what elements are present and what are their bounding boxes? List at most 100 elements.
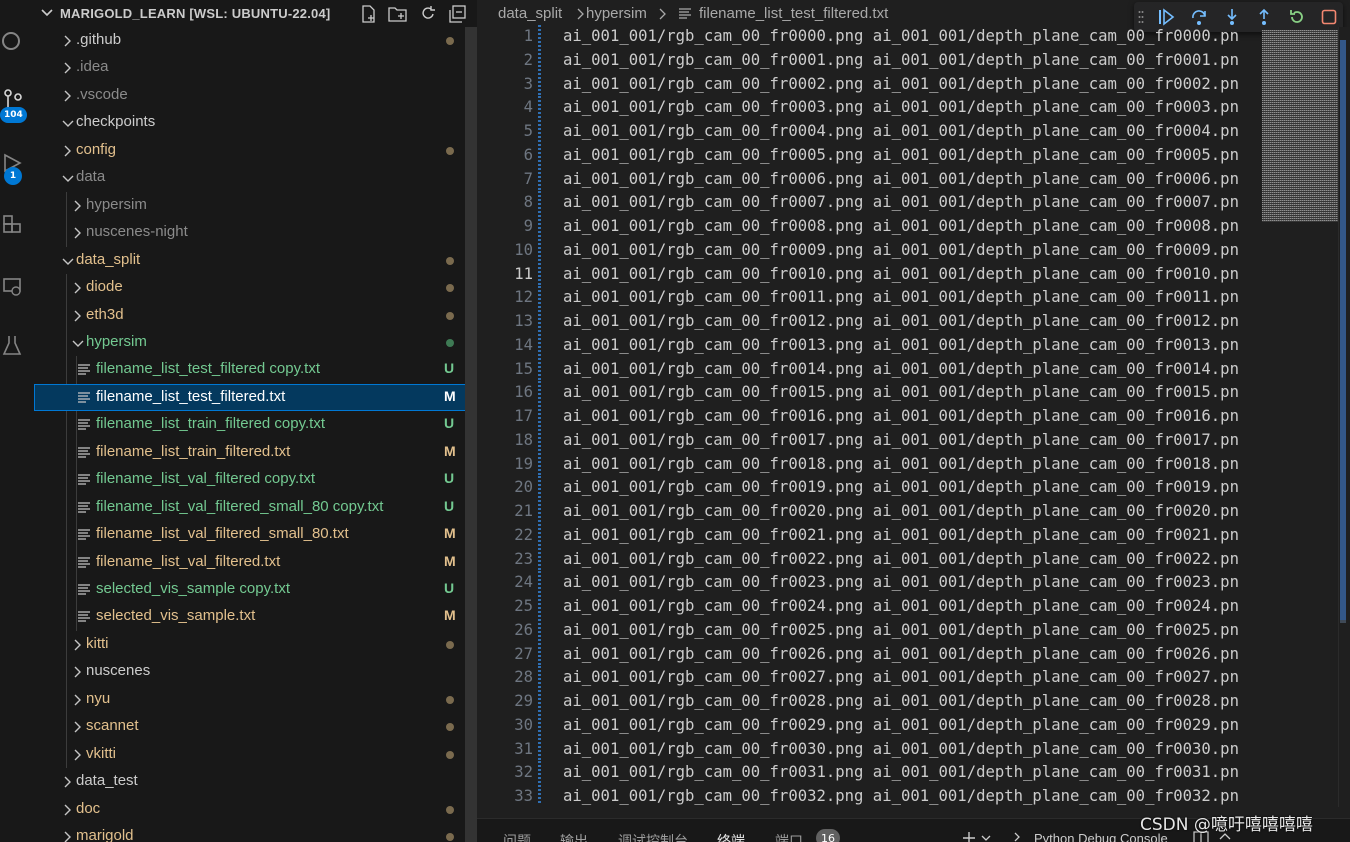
drag-handle-icon[interactable] [1136,7,1146,27]
stop-icon[interactable] [1319,7,1339,27]
code-line[interactable]: ai_001_001/rgb_cam_00_fr0001.png ai_001_… [563,51,1239,69]
gutter-change-marker[interactable] [538,310,541,334]
file-tree-item[interactable]: filename_list_train_filtered copy.txt U [34,411,477,439]
gutter-change-marker[interactable] [538,405,541,429]
code-line[interactable]: ai_001_001/rgb_cam_00_fr0027.png ai_001_… [563,668,1239,686]
search-icon[interactable] [0,26,26,56]
gutter-change-marker[interactable] [538,713,541,738]
code-line[interactable]: ai_001_001/rgb_cam_00_fr0031.png ai_001_… [563,763,1239,781]
gutter-change-marker[interactable] [538,215,541,239]
file-tree-item[interactable]: selected_vis_sample.txt M [34,603,477,631]
folder-tree-item[interactable]: checkpoints [34,109,477,137]
chevron-right-icon[interactable] [62,62,74,74]
code-line[interactable]: ai_001_001/rgb_cam_00_fr0019.png ai_001_… [563,478,1239,496]
add-icon[interactable] [962,831,976,842]
minimap-viewport[interactable] [1262,30,1338,222]
chevron-right-icon[interactable] [62,776,74,788]
folder-tree-item[interactable]: nuscenes-night [34,219,477,247]
code-line[interactable]: ai_001_001/rgb_cam_00_fr0026.png ai_001_… [563,645,1239,663]
tab-ports[interactable]: 端口 [775,831,803,842]
step-out-icon[interactable] [1254,7,1274,27]
file-tree-item[interactable]: filename_list_train_filtered.txt M [34,439,477,467]
step-into-icon[interactable] [1222,7,1242,27]
gutter-change-marker[interactable] [538,642,541,667]
gutter-change-marker[interactable] [538,785,541,805]
code-line[interactable]: ai_001_001/rgb_cam_00_fr0032.png ai_001_… [563,787,1239,805]
code-line[interactable]: ai_001_001/rgb_cam_00_fr0028.png ai_001_… [563,692,1239,710]
gutter-change-marker[interactable] [538,428,541,453]
folder-tree-item[interactable]: vkitti [34,741,477,769]
code-line[interactable]: ai_001_001/rgb_cam_00_fr0023.png ai_001_… [563,573,1239,591]
chevron-right-icon[interactable] [62,804,74,816]
chevron-right-icon[interactable] [72,721,84,733]
code-line[interactable]: ai_001_001/rgb_cam_00_fr0007.png ai_001_… [563,193,1239,211]
chevron-right-icon[interactable] [62,145,74,157]
gutter-change-marker[interactable] [538,381,541,405]
folder-tree-item[interactable]: nyu [34,686,477,714]
code-line[interactable]: ai_001_001/rgb_cam_00_fr0021.png ai_001_… [563,526,1239,544]
code-line[interactable]: ai_001_001/rgb_cam_00_fr0013.png ai_001_… [563,336,1239,354]
gutter-change-marker[interactable] [538,571,541,595]
folder-tree-item[interactable]: .github [34,27,477,55]
folder-tree-item[interactable]: hypersim [34,329,477,357]
code-line[interactable]: ai_001_001/rgb_cam_00_fr0022.png ai_001_… [563,550,1239,568]
file-tree-item[interactable]: filename_list_val_filtered_small_80.txt M [34,521,477,549]
folder-tree-item[interactable]: kitti [34,631,477,659]
gutter-change-marker[interactable] [538,120,541,144]
chevron-right-icon[interactable] [62,90,74,102]
gutter-change-marker[interactable] [538,547,541,572]
folder-tree-item[interactable]: config [34,137,477,165]
gutter-change-marker[interactable] [538,72,541,97]
code-line[interactable]: ai_001_001/rgb_cam_00_fr0015.png ai_001_… [563,383,1239,401]
gutter-change-marker[interactable] [538,262,541,287]
gutter-change-marker[interactable] [538,191,541,215]
chevron-down-icon[interactable] [62,255,74,267]
code-line[interactable]: ai_001_001/rgb_cam_00_fr0017.png ai_001_… [563,431,1239,449]
folder-tree-item[interactable]: data_test [34,768,477,796]
remote-explorer-icon[interactable] [0,272,26,302]
code-line[interactable]: ai_001_001/rgb_cam_00_fr0025.png ai_001_… [563,621,1239,639]
code-editor[interactable]: 1 ai_001_001/rgb_cam_00_fr0000.png ai_001… [477,25,1257,805]
gutter-change-marker[interactable] [538,523,541,548]
code-line[interactable]: ai_001_001/rgb_cam_00_fr0020.png ai_001_… [563,502,1239,520]
gutter-change-marker[interactable] [538,452,541,477]
gutter-change-marker[interactable] [538,737,541,762]
file-tree-item[interactable]: filename_list_val_filtered copy.txt U [34,466,477,494]
folder-tree-item[interactable]: nuscenes [34,658,477,686]
breadcrumb-item[interactable]: filename_list_test_filtered.txt [699,5,888,22]
code-line[interactable]: ai_001_001/rgb_cam_00_fr0010.png ai_001_… [563,265,1239,283]
code-line[interactable]: ai_001_001/rgb_cam_00_fr0012.png ai_001_… [563,312,1239,330]
code-line[interactable]: ai_001_001/rgb_cam_00_fr0004.png ai_001_… [563,122,1239,140]
code-line[interactable]: ai_001_001/rgb_cam_00_fr0018.png ai_001_… [563,455,1239,473]
folder-tree-item[interactable]: eth3d [34,302,477,330]
chevron-down-icon[interactable] [62,172,74,184]
code-line[interactable]: ai_001_001/rgb_cam_00_fr0011.png ai_001_… [563,288,1239,306]
gutter-change-marker[interactable] [538,500,541,524]
code-line[interactable]: ai_001_001/rgb_cam_00_fr0030.png ai_001_… [563,740,1239,758]
gutter-change-marker[interactable] [538,476,541,500]
chevron-right-icon[interactable] [62,35,74,47]
folder-tree-item[interactable]: diode [34,274,477,302]
sidebar-scrollbar-thumb[interactable] [465,27,477,842]
gutter-change-marker[interactable] [538,48,541,73]
explorer-header[interactable]: MARIGOLD_LEARN [WSL: UBUNTU-22.04] [34,0,466,27]
folder-tree-item[interactable]: marigold [34,823,477,842]
gutter-change-marker[interactable] [538,690,541,714]
code-line[interactable]: ai_001_001/rgb_cam_00_fr0005.png ai_001_… [563,146,1239,164]
breadcrumb-item[interactable]: data_split [498,5,562,22]
gutter-change-marker[interactable] [538,595,541,619]
gutter-change-marker[interactable] [538,618,541,643]
file-tree-item[interactable]: filename_list_test_filtered.txt M [34,383,477,412]
code-line[interactable]: ai_001_001/rgb_cam_00_fr0024.png ai_001_… [563,597,1239,615]
breadcrumb-item[interactable]: hypersim [586,5,647,22]
code-line[interactable]: ai_001_001/rgb_cam_00_fr0000.png ai_001_… [563,27,1239,45]
folder-tree-item[interactable]: data_split [34,247,477,275]
file-tree-item[interactable]: selected_vis_sample copy.txt U [34,576,477,604]
new-folder-icon[interactable] [387,3,409,25]
collapse-all-icon[interactable] [447,3,469,25]
gutter-change-marker[interactable] [538,143,541,168]
new-file-icon[interactable] [358,3,380,25]
chevron-right-icon[interactable] [72,200,84,212]
gutter-change-marker[interactable] [538,666,541,690]
folder-tree-item[interactable]: hypersim [34,192,477,220]
